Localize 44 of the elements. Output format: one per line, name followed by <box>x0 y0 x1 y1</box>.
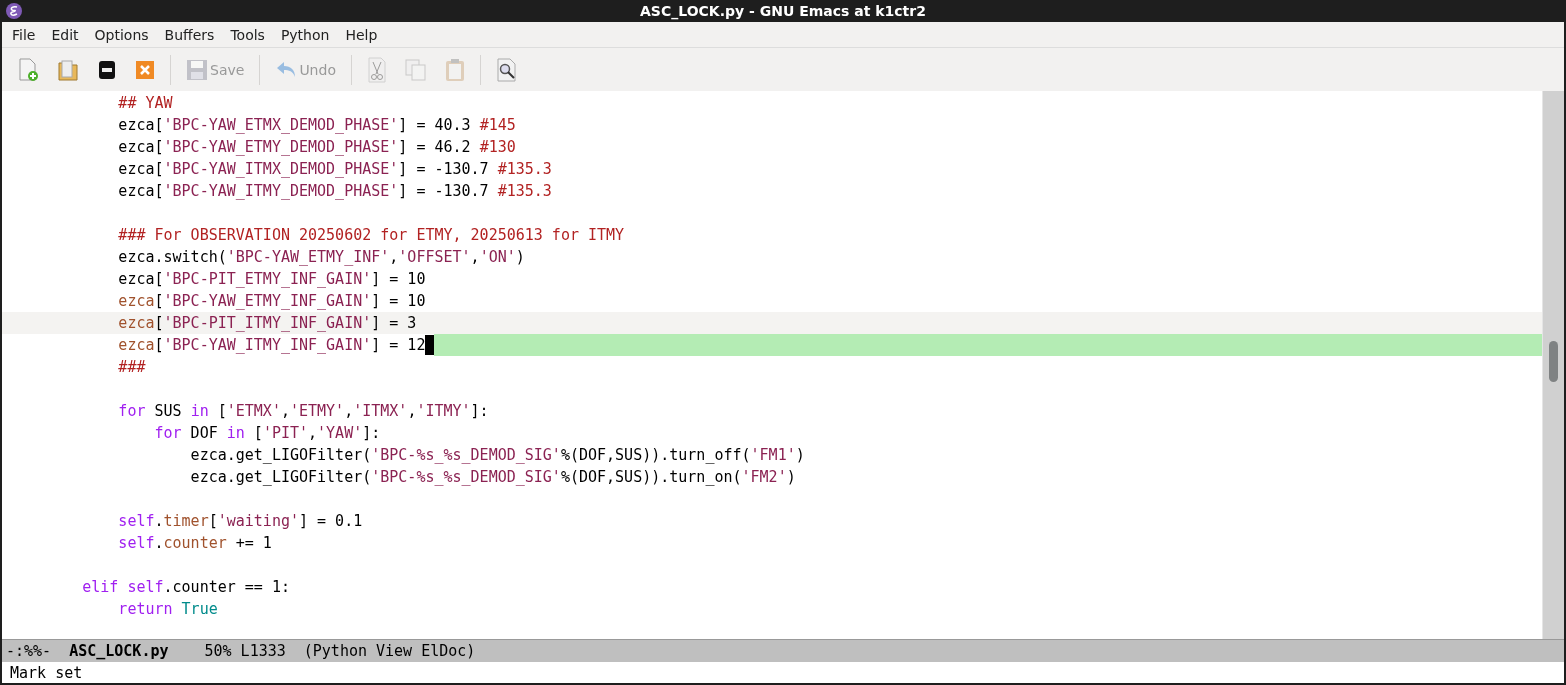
code-line: elif self.counter == 1: <box>81 578 290 596</box>
code-line: ### <box>117 358 146 376</box>
menu-item[interactable]: Python <box>272 26 338 43</box>
code-line: ezca['BPC-YAW_ITMX_DEMOD_PHASE'] = -130.7 #135.3 <box>117 160 552 178</box>
code-line: for DOF in ['PIT','YAW']: <box>153 424 381 442</box>
close-icon <box>135 59 155 80</box>
buffer-name: ASC_LOCK.py <box>69 642 169 660</box>
echo-message: Mark set <box>10 663 83 682</box>
code-line: ezca.get_LIGOFilter('BPC-%s_%s_DEMOD_SIG'%(DOF,SUS)).turn_on('FM2') <box>189 468 796 486</box>
code-line: ezca['BPC-YAW_ITMY_INF_GAIN'] = 12 <box>117 336 426 354</box>
code-line: ezca['BPC-YAW_ETMX_DEMOD_PHASE'] = 40.3 #145 <box>117 116 516 134</box>
buffer-status: -:%%- <box>6 642 52 660</box>
code-line: ## YAW <box>117 94 173 112</box>
code-line: self.timer['waiting'] = 0.1 <box>117 512 363 530</box>
code-line: self.counter += 1 <box>117 534 272 552</box>
buffer-position: 50% L1333 <box>204 642 286 660</box>
search-icon <box>495 57 518 82</box>
menu-item[interactable]: Options <box>86 26 157 43</box>
code-line: return True <box>117 600 218 618</box>
menu-item[interactable]: Tools <box>222 26 273 43</box>
scissors-icon <box>366 56 387 83</box>
code-line: ### For OBSERVATION 20250602 for ETMY, 20250613 for ITMY <box>117 226 625 244</box>
major-modes: (Python View ElDoc) <box>303 642 476 660</box>
clipboard-icon <box>444 57 465 82</box>
scrollbar[interactable] <box>1542 91 1564 639</box>
menu-item[interactable]: Help <box>337 26 386 43</box>
code-line: ezca['BPC-YAW_ETMY_DEMOD_PHASE'] = 46.2 #130 <box>117 138 516 156</box>
window-title: ASC_LOCK.py - GNU Emacs at k1ctr2 <box>640 3 926 19</box>
scrollbar-thumb[interactable] <box>1549 341 1558 382</box>
menu-item[interactable]: File <box>4 26 44 43</box>
code-line: ezca.get_LIGOFilter('BPC-%s_%s_DEMOD_SIG'%(DOF,SUS)).turn_off('FM1') <box>189 446 805 464</box>
menu-item[interactable]: Buffers <box>156 26 223 43</box>
code-line: ezca['BPC-PIT_ITMY_INF_GAIN'] = 3 <box>117 314 417 332</box>
app-logo-icon <box>6 3 22 19</box>
code-line: ezca['BPC-PIT_ETMY_INF_GAIN'] = 10 <box>117 270 426 288</box>
code-line: ezca.switch('BPC-YAW_ETMY_INF','OFFSET','ON') <box>117 248 525 266</box>
drive-icon <box>97 58 117 81</box>
new-file-icon <box>17 57 39 82</box>
code-line: ezca['BPC-YAW_ETMY_INF_GAIN'] = 10 <box>117 292 426 310</box>
code-line: ezca['BPC-YAW_ITMY_DEMOD_PHASE'] = -130.7 #135.3 <box>117 182 552 200</box>
folder-icon <box>57 57 79 82</box>
copy-icon <box>404 58 427 81</box>
code-line: for SUS in ['ETMX','ETMY','ITMX','ITMY']: <box>117 402 489 420</box>
menu-item[interactable]: Edit <box>43 26 87 43</box>
